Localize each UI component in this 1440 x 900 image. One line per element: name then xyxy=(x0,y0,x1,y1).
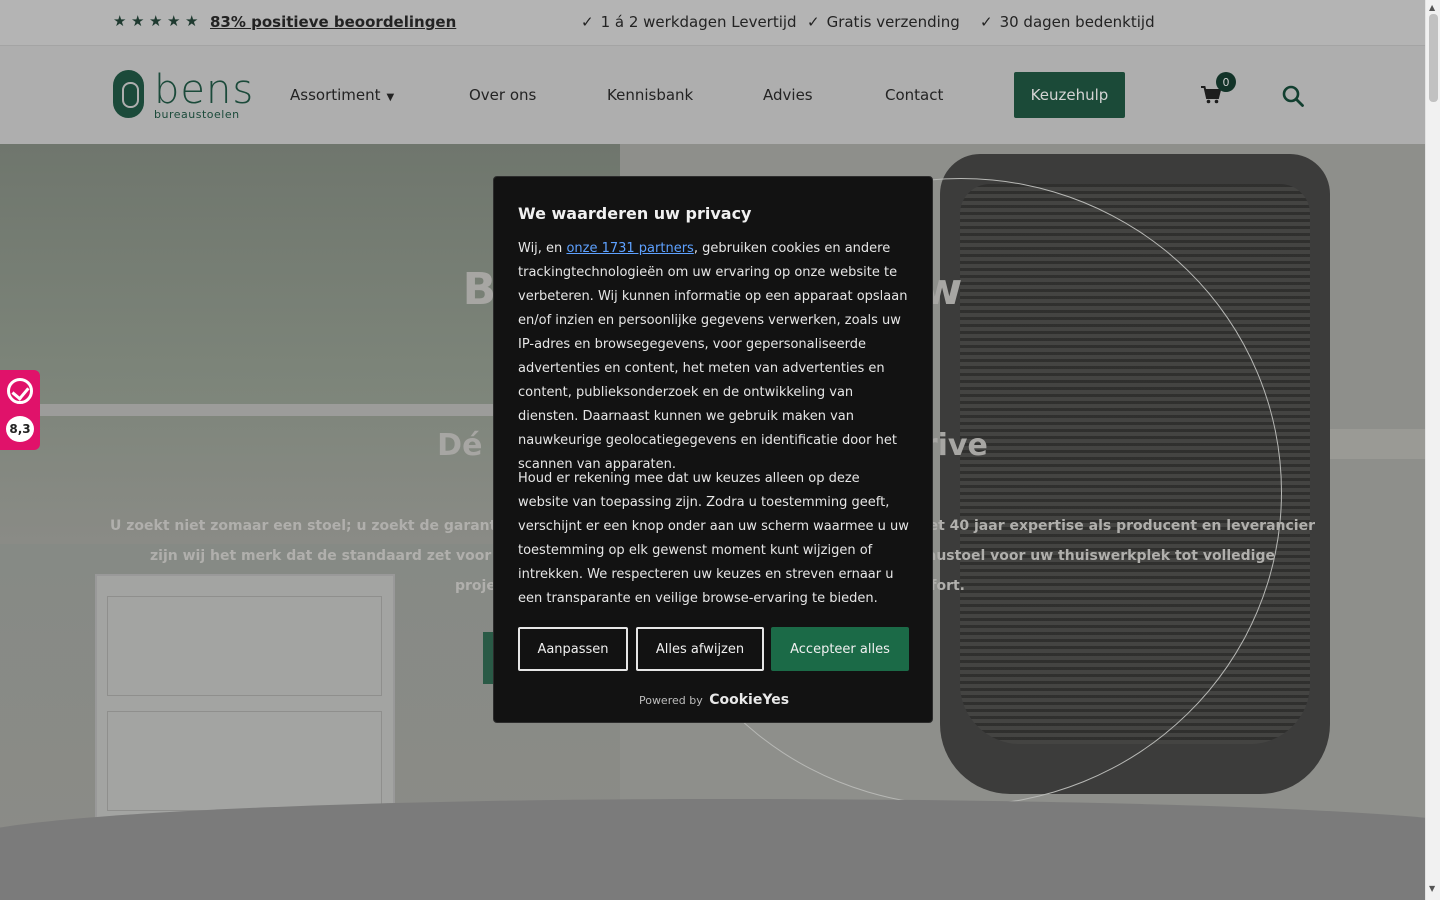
site-header: bens bureaustoelen Assortiment ▼ Over ons… xyxy=(0,45,1425,144)
partners-link[interactable]: onze 1731 partners xyxy=(566,241,693,256)
rating-stars: ★ ★ ★ ★ ★ xyxy=(113,14,200,29)
logo[interactable]: bens bureaustoelen xyxy=(113,70,254,121)
scroll-down-icon[interactable]: ▼ xyxy=(1429,884,1435,893)
nav-contact[interactable]: Contact xyxy=(885,86,943,104)
nav-label: Assortiment xyxy=(290,86,381,104)
star-icon: ★ xyxy=(149,12,163,30)
customize-button[interactable]: Aanpassen xyxy=(518,627,628,671)
star-icon: ★ xyxy=(113,12,127,30)
logo-word: bens xyxy=(154,67,255,113)
cookie-consent-dialog: We waarderen uw privacy Wij, en onze 173… xyxy=(493,176,933,723)
keuzehulp-button[interactable]: Keuzehulp xyxy=(1014,72,1125,118)
kiyoh-check-icon xyxy=(7,378,33,404)
scroll-up-icon[interactable]: ▲ xyxy=(1429,3,1435,12)
logo-mark-icon xyxy=(113,70,144,118)
nav-assortiment[interactable]: Assortiment ▼ xyxy=(290,86,394,104)
cart-count-badge: 0 xyxy=(1216,72,1236,92)
reviews-link[interactable]: 83% positieve beoordelingen xyxy=(210,13,456,31)
accept-all-button[interactable]: Accepteer alles xyxy=(771,627,909,671)
cookieyes-logo: CookieYes xyxy=(709,692,790,708)
nav-advies[interactable]: Advies xyxy=(763,86,813,104)
usp-label: Gratis verzending xyxy=(826,13,960,31)
powered-by: Powered by CookieYes xyxy=(638,692,790,708)
scrollbar-thumb[interactable] xyxy=(1429,14,1438,102)
check-icon: ✓ xyxy=(807,13,820,31)
usp-return: ✓ 30 dagen bedenktijd xyxy=(980,13,1155,31)
hero-desk-edge xyxy=(0,404,560,416)
usp-label: 1 á 2 werkdagen Levertijd xyxy=(600,13,797,31)
usp-label: 30 dagen bedenktijd xyxy=(999,13,1155,31)
top-usp-bar: ★ ★ ★ ★ ★ 83% positieve beoordelingen ✓ … xyxy=(0,0,1425,45)
check-icon: ✓ xyxy=(980,13,993,31)
cookie-title: We waarderen uw privacy xyxy=(518,204,752,223)
usp-shipping: ✓ Gratis verzending xyxy=(807,13,960,31)
cookie-notice: Houd er rekening mee dat uw keuzes allee… xyxy=(518,471,909,606)
reject-all-button[interactable]: Alles afwijzen xyxy=(636,627,764,671)
page-section-below xyxy=(0,830,1425,900)
kiyoh-score: 8,3 xyxy=(6,416,34,442)
cookie-description: Wij, en onze 1731 partners, gebruiken co… xyxy=(518,241,908,472)
kiyoh-review-badge[interactable]: 8,3 xyxy=(0,370,40,450)
chevron-down-icon: ▼ xyxy=(386,92,395,103)
check-icon: ✓ xyxy=(581,13,594,31)
usp-delivery: ✓ 1 á 2 werkdagen Levertijd xyxy=(581,13,797,31)
logo-subtitle: bureaustoelen xyxy=(154,108,240,121)
search-icon[interactable] xyxy=(1282,85,1304,107)
nav-kennisbank[interactable]: Kennisbank xyxy=(607,86,693,104)
star-icon: ★ xyxy=(167,12,181,30)
page-scrollbar[interactable]: ▲ ▼ xyxy=(1425,0,1440,900)
star-icon: ★ xyxy=(185,12,199,30)
star-icon: ★ xyxy=(131,12,145,30)
nav-over-ons[interactable]: Over ons xyxy=(469,86,536,104)
